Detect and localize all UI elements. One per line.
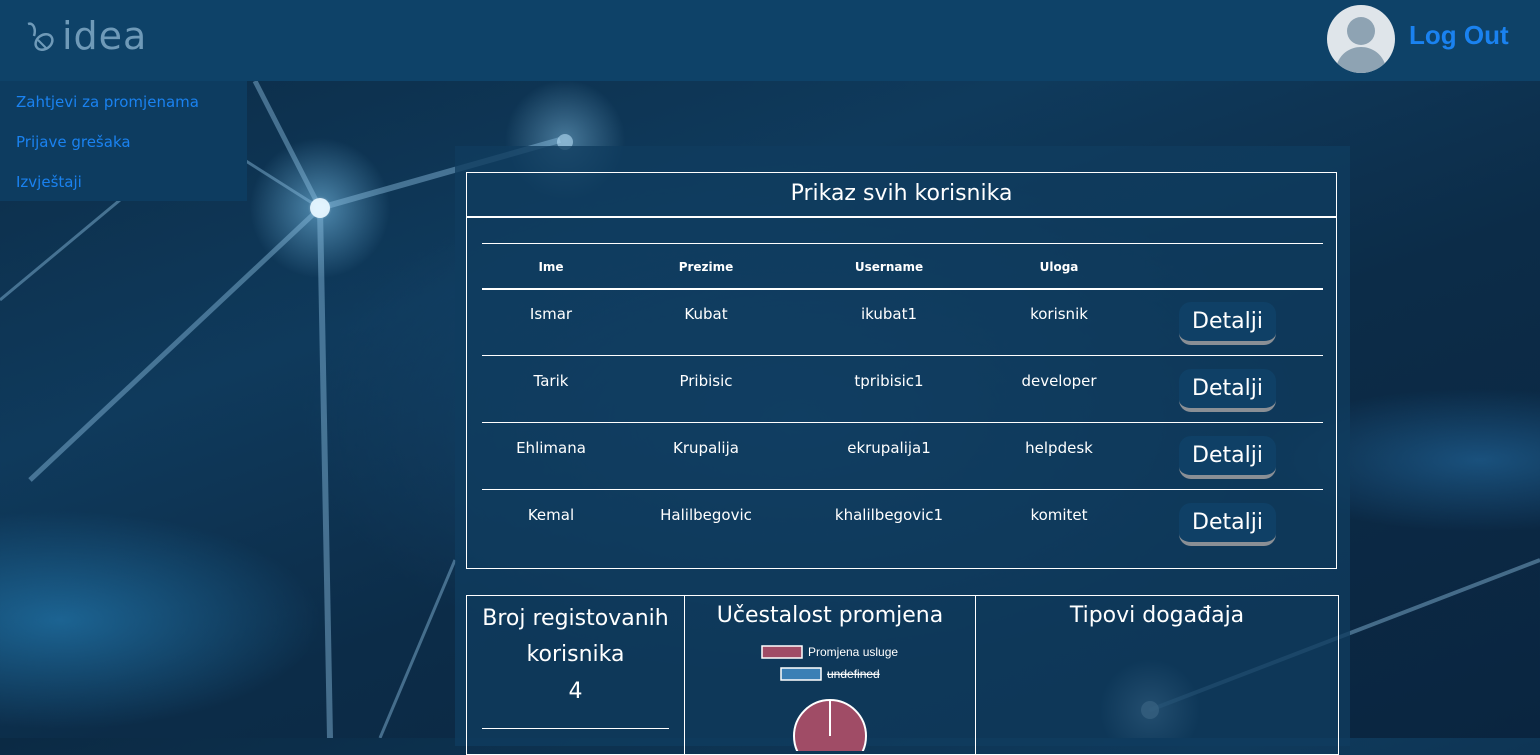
cell-prezime: Pribisic [679, 372, 733, 390]
change-frequency-title: Učestalost promjena [716, 603, 944, 628]
sidebar-item-bug-reports[interactable]: Prijave grešaka [16, 133, 131, 151]
mouse-logo-icon [27, 22, 54, 51]
registered-users-count: 4 [568, 679, 583, 704]
change-frequency-card: Učestalost promjena Promjena usluge undef… [684, 595, 976, 755]
legend-label-0[interactable]: Promjena usluge [808, 645, 898, 659]
cell-username: khalilbegovic1 [834, 506, 944, 524]
cell-ime: Ismar [529, 305, 573, 323]
divider [482, 728, 669, 729]
registered-users-title-line2: korisnika [526, 642, 625, 667]
cell-username: ekrupalija1 [847, 439, 931, 457]
cell-uloga: helpdesk [1025, 439, 1093, 457]
cell-ime: Kemal [527, 506, 575, 524]
cell-ime: Tarik [533, 372, 569, 390]
table-row: Ismar Kubat ikubat1 korisnik Detalji [482, 289, 1323, 356]
user-avatar[interactable] [1327, 5, 1395, 73]
event-types-title: Tipovi događaja [1069, 603, 1245, 628]
cell-username: ikubat1 [860, 305, 918, 323]
details-button[interactable]: Detalji [1179, 436, 1276, 479]
details-button[interactable]: Detalji [1179, 503, 1276, 546]
registered-users-title-line1: Broj registovanih [482, 606, 669, 631]
table-row: Ehlimana Krupalija ekrupalija1 helpdesk … [482, 423, 1323, 490]
event-types-card: Tipovi događaja [975, 595, 1339, 755]
table-header-row: Ime Prezime Username Uloga [482, 243, 1323, 290]
cell-uloga: korisnik [1030, 305, 1088, 323]
sidebar-item-change-requests[interactable]: Zahtjevi za promjenama [16, 93, 199, 111]
cell-prezime: Halilbegovic [660, 506, 752, 524]
app-logo[interactable]: idea [24, 12, 147, 60]
table-row: Tarik Pribisic tpribisic1 developer Deta… [482, 356, 1323, 423]
legend-swatch-0[interactable] [761, 645, 803, 659]
logout-link[interactable]: Log Out [1409, 20, 1509, 51]
users-table-title: Prikaz svih korisnika [467, 173, 1336, 218]
cell-prezime: Krupalija [673, 439, 739, 457]
top-navbar: idea Log Out [0, 0, 1540, 81]
legend-swatch-1[interactable] [780, 667, 822, 681]
column-header-username: Username [854, 260, 924, 274]
details-button[interactable]: Detalji [1179, 369, 1276, 412]
sidebar-item-reports[interactable]: Izvještaji [16, 173, 82, 191]
registered-users-card: Broj registovanih korisnika 4 [466, 595, 685, 755]
table-row: Kemal Halilbegovic khalilbegovic1 komite… [482, 490, 1323, 556]
logo-text: idea [62, 14, 148, 58]
users-table-card: Prikaz svih korisnika Ime Prezime Userna… [466, 172, 1337, 569]
details-button[interactable]: Detalji [1179, 302, 1276, 345]
cell-prezime: Kubat [684, 305, 728, 323]
registered-users-title: Broj registovanih korisnika [467, 601, 684, 673]
cell-uloga: developer [1021, 372, 1097, 390]
column-header-prezime: Prezime [678, 260, 734, 274]
change-frequency-chart: Promjena usluge undefined [761, 645, 898, 751]
column-header-ime: Ime [538, 260, 564, 274]
column-header-uloga: Uloga [1039, 260, 1079, 274]
legend-label-1[interactable]: undefined [827, 667, 880, 681]
sidebar-menu: Zahtjevi za promjenama Prijave grešaka I… [0, 81, 247, 201]
cell-username: tpribisic1 [854, 372, 924, 390]
cell-ime: Ehlimana [516, 439, 586, 457]
user-avatar-icon [1335, 17, 1387, 73]
cell-uloga: komitet [1030, 506, 1088, 524]
